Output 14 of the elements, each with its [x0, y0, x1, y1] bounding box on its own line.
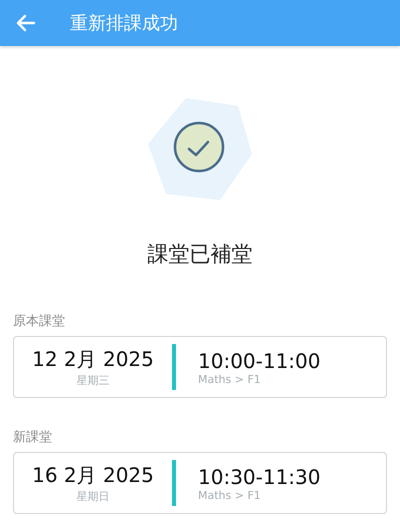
lesson-subject: Maths > F1	[198, 372, 262, 386]
status-message: 課堂已補堂	[148, 241, 252, 268]
lesson-subject: Maths > F1	[198, 488, 262, 502]
accent-bar	[172, 344, 176, 390]
accent-bar	[172, 460, 176, 506]
lesson-time: 10:30-11:30	[198, 464, 320, 488]
lesson-weekday: 星期三	[76, 373, 110, 388]
lesson-weekday: 星期日	[76, 489, 110, 504]
page-title: 重新排課成功	[70, 12, 178, 35]
section-label: 原本課堂	[13, 313, 66, 330]
section-label: 新課堂	[13, 429, 53, 446]
lesson-time: 10:00-11:00	[198, 348, 320, 372]
lesson-date: 16 2月 2025	[32, 462, 154, 489]
lesson-date: 12 2月 2025	[32, 346, 154, 373]
